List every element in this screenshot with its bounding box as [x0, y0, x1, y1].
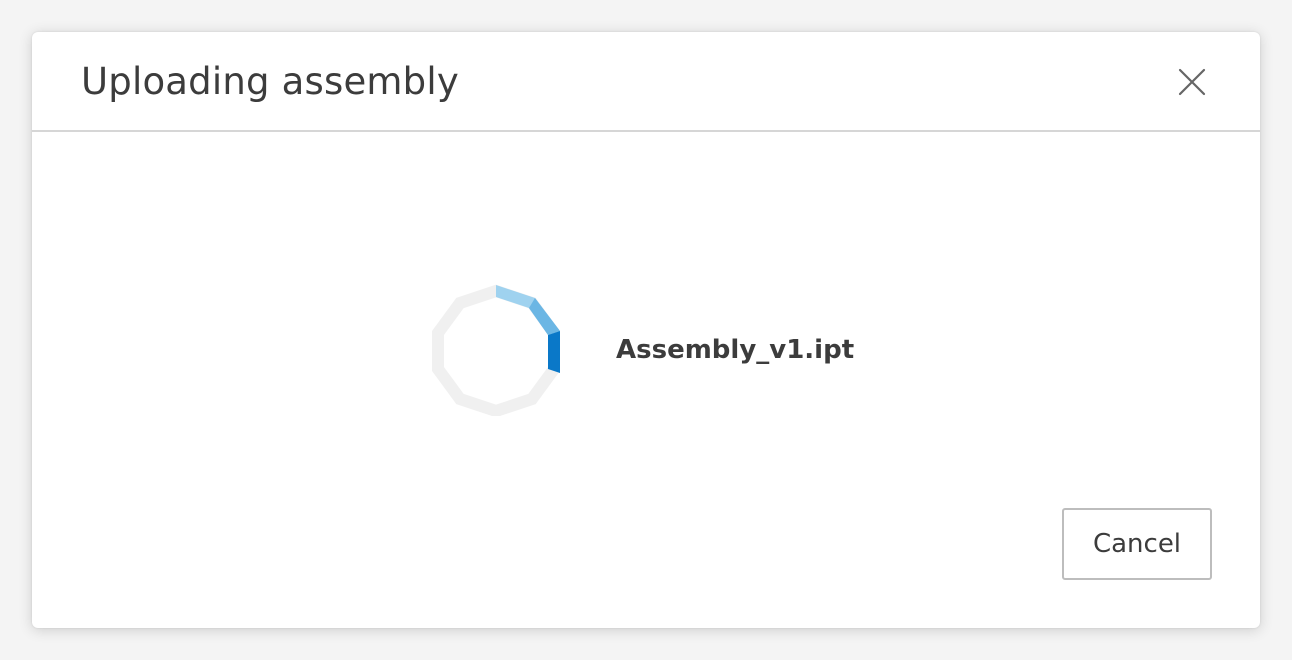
spinner-arc-dark	[548, 331, 560, 373]
cancel-button[interactable]: Cancel	[1062, 508, 1212, 580]
file-name: Assembly_v1.ipt	[616, 335, 855, 365]
dialog-body: Assembly_v1.ipt Cancel	[32, 132, 1260, 628]
close-button[interactable]	[1172, 62, 1212, 102]
upload-dialog: Uploading assembly Assembly_v1.ipt Cance…	[32, 32, 1260, 628]
dialog-header: Uploading assembly	[32, 32, 1260, 132]
dialog-title: Uploading assembly	[81, 60, 459, 103]
spinner-arc-mid	[529, 298, 560, 335]
close-icon	[1178, 68, 1206, 96]
loading-spinner-icon	[432, 284, 560, 416]
